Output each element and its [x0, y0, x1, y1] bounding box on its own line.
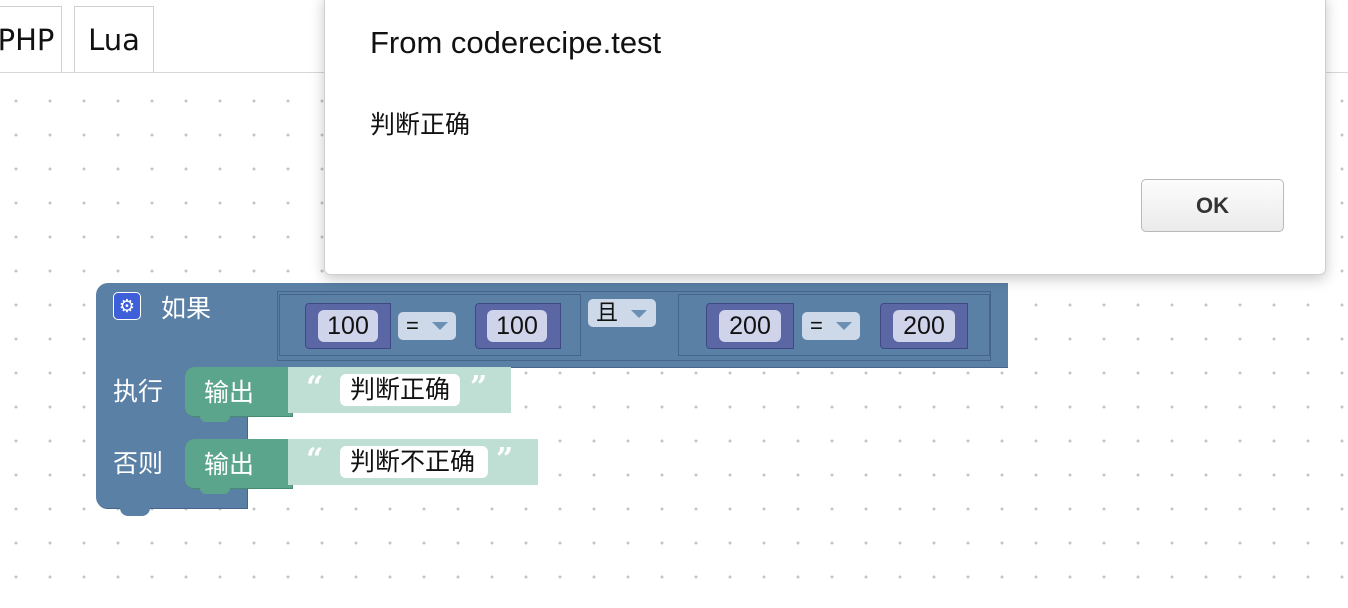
number-field-right-1[interactable]: 100 [487, 310, 547, 342]
tab-php[interactable]: PHP [0, 6, 62, 72]
open-quote-icon: “ [306, 442, 324, 477]
else-label: 否则 [113, 450, 164, 478]
open-quote-icon: “ [306, 370, 324, 405]
if-block-bottom-connector [120, 502, 150, 516]
ok-button[interactable]: OK [1141, 179, 1284, 232]
print-block-connector-1 [200, 414, 230, 422]
print-block-connector-2 [200, 486, 230, 494]
alert-dialog: From coderecipe.test 判断正确 OK [324, 0, 1326, 275]
operator-value-1: = [406, 313, 419, 338]
number-field-left-2[interactable]: 200 [719, 310, 781, 342]
print-label-2: 输出 [204, 451, 255, 479]
close-quote-icon: ” [496, 442, 514, 477]
dialog-title: From coderecipe.test [370, 25, 662, 60]
close-quote-icon: ” [470, 370, 488, 405]
and-operator-value: 且 [596, 300, 619, 325]
number-field-right-2[interactable]: 200 [893, 310, 955, 342]
chevron-down-icon [432, 322, 448, 330]
dialog-message: 判断正确 [370, 110, 471, 139]
if-label: 如果 [161, 295, 212, 323]
chevron-down-icon [631, 310, 647, 318]
number-field-left-1[interactable]: 100 [318, 310, 378, 342]
tab-lua[interactable]: Lua [74, 6, 154, 72]
print-label-1: 输出 [204, 379, 255, 407]
do-label: 执行 [113, 378, 164, 406]
string-field-2[interactable]: 判断不正确 [340, 446, 488, 478]
gear-icon[interactable]: ⚙ [113, 292, 141, 320]
chevron-down-icon [836, 322, 852, 330]
operator-value-2: = [810, 313, 823, 338]
string-field-1[interactable]: 判断正确 [340, 374, 460, 406]
